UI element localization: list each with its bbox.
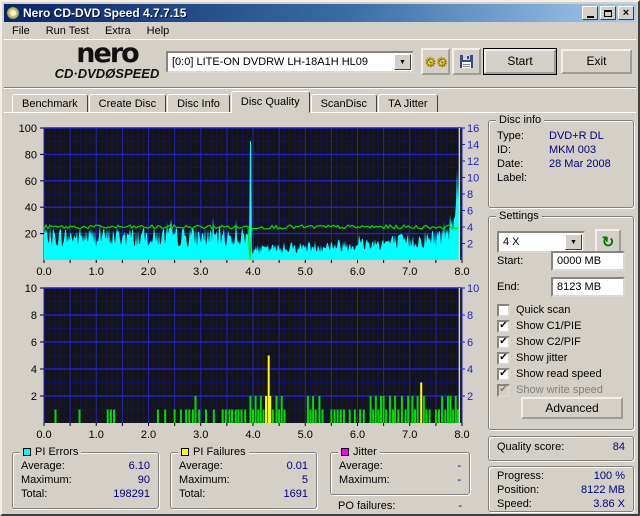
pi-errors-average-row: Average: 6.10 — [21, 460, 150, 472]
svg-text:6: 6 — [467, 206, 473, 218]
pi-errors-maximum-row: Maximum: 90 — [21, 474, 150, 486]
checkbox-icon[interactable]: ✔ — [497, 367, 510, 381]
svg-text:4.0: 4.0 — [245, 429, 260, 438]
svg-text:3.0: 3.0 — [193, 429, 208, 438]
settings-title: Settings — [496, 210, 542, 222]
checkbox-icon[interactable]: ✔ — [497, 351, 510, 365]
svg-text:60: 60 — [25, 176, 37, 188]
svg-text:4: 4 — [467, 364, 473, 376]
checkbox-quick-scan[interactable]: Quick scan — [497, 303, 570, 317]
svg-text:2: 2 — [467, 239, 473, 251]
svg-text:8.0: 8.0 — [454, 429, 469, 438]
refresh-icon: ↻ — [601, 234, 615, 251]
checkbox-icon[interactable]: ✔ — [497, 335, 510, 349]
jitter-maximum-row: Maximum: - — [339, 474, 461, 486]
app-window: Nero CD-DVD Speed 4.7.7.15 × File Run Te… — [0, 0, 640, 516]
pi-errors-total-row: Total: 198291 — [21, 488, 150, 500]
svg-text:1.0: 1.0 — [89, 429, 104, 438]
disc-info-group: Disc info Type: DVD+R DL ID: MKM 003 Date:… — [488, 114, 634, 208]
pi-failures-chart: 2 4 6 8 10 2 4 6 8 10 0.0 1.0 2.0 3.0 4.0 5.0 6.0 7.0 8.0 — [2, 280, 484, 441]
checkbox-show-c2-pif[interactable]: ✔ Show C2/PIF — [497, 335, 581, 349]
jitter-average-row: Average: - — [339, 460, 461, 472]
disc-date-row: Date: 28 Mar 2008 — [497, 158, 611, 170]
quality-score-box: Quality score: 84 — [488, 436, 634, 461]
pi-failures-maximum-row: Maximum: 5 — [179, 474, 308, 486]
checkbox-icon: ✔ — [497, 383, 510, 397]
pi-failures-stats-box: PI Failures Average: 0.01 Maximum: 5 Total… — [170, 446, 317, 509]
jitter-legend-icon — [341, 448, 349, 456]
svg-text:6: 6 — [31, 337, 37, 349]
pi-errors-chart: 20 40 60 80 100 2 4 6 8 10 12 14 16 0.0 1.0 2.0 3.0 4.0 5.… — [2, 116, 484, 278]
position-row: Position: 8122 MB — [497, 484, 625, 496]
quality-score-row: Quality score: 84 — [497, 441, 625, 453]
svg-text:8: 8 — [467, 310, 473, 322]
pi-errors-stats-title: PI Errors — [35, 446, 79, 458]
disc-id-row: ID: MKM 003 — [497, 144, 597, 156]
svg-text:2.0: 2.0 — [141, 429, 156, 438]
jitter-stats-title: Jitter — [353, 446, 377, 458]
svg-text:4.0: 4.0 — [245, 266, 260, 278]
svg-text:5.0: 5.0 — [298, 266, 313, 278]
disc-label-row: Label: — [497, 172, 527, 184]
svg-text:0.0: 0.0 — [36, 266, 51, 278]
svg-text:4: 4 — [467, 222, 473, 234]
pi-errors-legend-icon — [23, 448, 31, 456]
advanced-button[interactable]: Advanced — [521, 397, 623, 419]
svg-text:100: 100 — [19, 123, 37, 135]
pi-errors-stats-box: PI Errors Average: 6.10 Maximum: 90 Total:… — [12, 446, 159, 509]
pi-failures-average-row: Average: 0.01 — [179, 460, 308, 472]
checkbox-icon[interactable] — [497, 303, 510, 317]
pi-failures-stats-title: PI Failures — [193, 446, 246, 458]
quality-score-value: 84 — [612, 441, 625, 453]
svg-text:6.0: 6.0 — [350, 266, 365, 278]
svg-text:10: 10 — [467, 173, 479, 185]
start-position-row: Start: — [497, 251, 625, 271]
chevron-down-icon[interactable]: ▼ — [565, 234, 582, 250]
pi-failures-total-row: Total: 1691 — [179, 488, 308, 500]
svg-text:20: 20 — [25, 229, 37, 241]
checkbox-show-c1-pie[interactable]: ✔ Show C1/PIE — [497, 319, 581, 333]
svg-text:6: 6 — [467, 337, 473, 349]
start-position-input[interactable] — [551, 251, 625, 271]
svg-text:7.0: 7.0 — [402, 429, 417, 438]
checkbox-show-jitter[interactable]: ✔ Show jitter — [497, 351, 567, 365]
svg-text:2: 2 — [467, 391, 473, 403]
speed-select[interactable]: 4 X ▼ — [497, 231, 585, 253]
jitter-stats-box: Jitter Average: - Maximum: - — [330, 446, 470, 495]
end-position-input[interactable] — [551, 277, 625, 297]
svg-text:14: 14 — [467, 140, 479, 152]
po-failures-row: PO failures: - — [338, 500, 462, 512]
svg-text:80: 80 — [25, 149, 37, 161]
speed-row: Speed: 3.86 X — [497, 498, 625, 510]
progress-row: Progress: 100 % — [497, 470, 625, 482]
checkbox-icon[interactable]: ✔ — [497, 319, 510, 333]
svg-text:10: 10 — [467, 283, 479, 295]
svg-text:3.0: 3.0 — [193, 266, 208, 278]
svg-text:12: 12 — [467, 156, 479, 168]
progress-box: Progress: 100 % Position: 8122 MB Speed: 3.… — [488, 466, 634, 512]
disc-type-row: Type: DVD+R DL — [497, 130, 604, 142]
svg-text:7.0: 7.0 — [402, 266, 417, 278]
svg-text:4: 4 — [31, 364, 37, 376]
svg-text:0.0: 0.0 — [36, 429, 51, 438]
svg-text:40: 40 — [25, 202, 37, 214]
svg-text:8: 8 — [31, 310, 37, 322]
settings-group: Settings 4 X ▼ ↻ Start: End: Quick scan … — [488, 210, 634, 430]
disc-info-title: Disc info — [496, 114, 545, 126]
checkbox-show-write-speed: ✔ Show write speed — [497, 383, 603, 397]
svg-text:1.0: 1.0 — [89, 266, 104, 278]
checkbox-show-read-speed[interactable]: ✔ Show read speed — [497, 367, 602, 381]
tab-disc-quality[interactable]: Disc Quality — [230, 91, 310, 113]
svg-text:2: 2 — [31, 391, 37, 403]
end-position-row: End: — [497, 277, 625, 297]
svg-text:16: 16 — [467, 123, 479, 135]
svg-text:8.0: 8.0 — [454, 266, 469, 278]
speed-select-value: 4 X — [503, 236, 520, 248]
pi-failures-legend-icon — [181, 448, 189, 456]
svg-text:5.0: 5.0 — [298, 429, 313, 438]
svg-text:2.0: 2.0 — [141, 266, 156, 278]
svg-text:8: 8 — [467, 189, 473, 201]
svg-text:10: 10 — [25, 283, 37, 295]
svg-text:6.0: 6.0 — [350, 429, 365, 438]
